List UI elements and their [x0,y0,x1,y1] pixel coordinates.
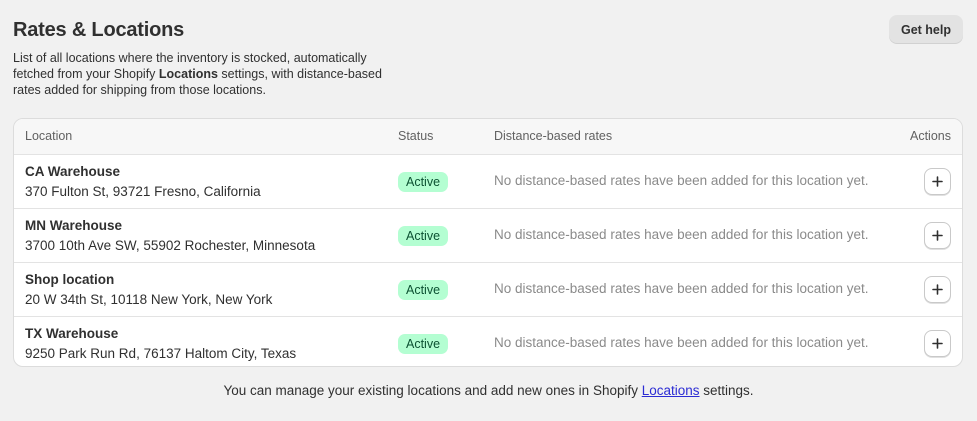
rates-locations-page: Rates & Locations List of all locations … [0,0,977,421]
rates-empty-text: No distance-based rates have been added … [494,335,869,350]
rates-empty-text: No distance-based rates have been added … [494,227,869,242]
column-header-status: Status [398,129,434,143]
footer-text-end: settings. [699,383,754,398]
locations-table: Location Status Distance-based rates Act… [13,118,963,367]
page-description: List of all locations where the inventor… [13,50,403,98]
status-badge: Active [398,334,449,354]
add-rate-button[interactable] [924,330,951,357]
table-row: CA Warehouse 370 Fulton St, 93721 Fresno… [14,155,962,209]
footer-note: You can manage your existing locations a… [0,383,977,398]
location-name: Shop location [25,272,115,287]
page-header: Rates & Locations List of all locations … [13,17,403,98]
column-header-actions: Actions [910,129,951,143]
location-address: 370 Fulton St, 93721 Fresno, California [25,184,261,199]
add-rate-button[interactable] [924,222,951,249]
location-name: TX Warehouse [25,326,119,341]
table-row: MN Warehouse 3700 10th Ave SW, 55902 Roc… [14,209,962,263]
status-badge: Active [398,172,449,192]
add-rate-button[interactable] [924,276,951,303]
description-locations-bold: Locations [158,67,218,81]
footer-text-start: You can manage your existing locations a… [223,383,642,398]
location-name: MN Warehouse [25,218,123,233]
table-row: Shop location 20 W 34th St, 10118 New Yo… [14,263,962,317]
get-help-button[interactable]: Get help [888,15,963,44]
plus-icon [932,230,943,241]
rates-empty-text: No distance-based rates have been added … [494,173,869,188]
rates-empty-text: No distance-based rates have been added … [494,281,869,296]
plus-icon [932,176,943,187]
location-address: 20 W 34th St, 10118 New York, New York [25,292,273,307]
column-header-location: Location [25,129,73,143]
location-address: 9250 Park Run Rd, 76137 Haltom City, Tex… [25,346,297,361]
column-header-rates: Distance-based rates [494,129,613,143]
status-badge: Active [398,280,449,300]
table-row: TX Warehouse 9250 Park Run Rd, 76137 Hal… [14,317,962,366]
location-address: 3700 10th Ave SW, 55902 Rochester, Minne… [25,238,316,253]
plus-icon [932,284,943,295]
location-name: CA Warehouse [25,164,121,179]
status-badge: Active [398,226,449,246]
table-header: Location Status Distance-based rates Act… [14,119,962,155]
plus-icon [932,338,943,349]
page-title: Rates & Locations [13,19,185,41]
add-rate-button[interactable] [924,168,951,195]
locations-settings-link[interactable]: Locations [642,383,700,398]
